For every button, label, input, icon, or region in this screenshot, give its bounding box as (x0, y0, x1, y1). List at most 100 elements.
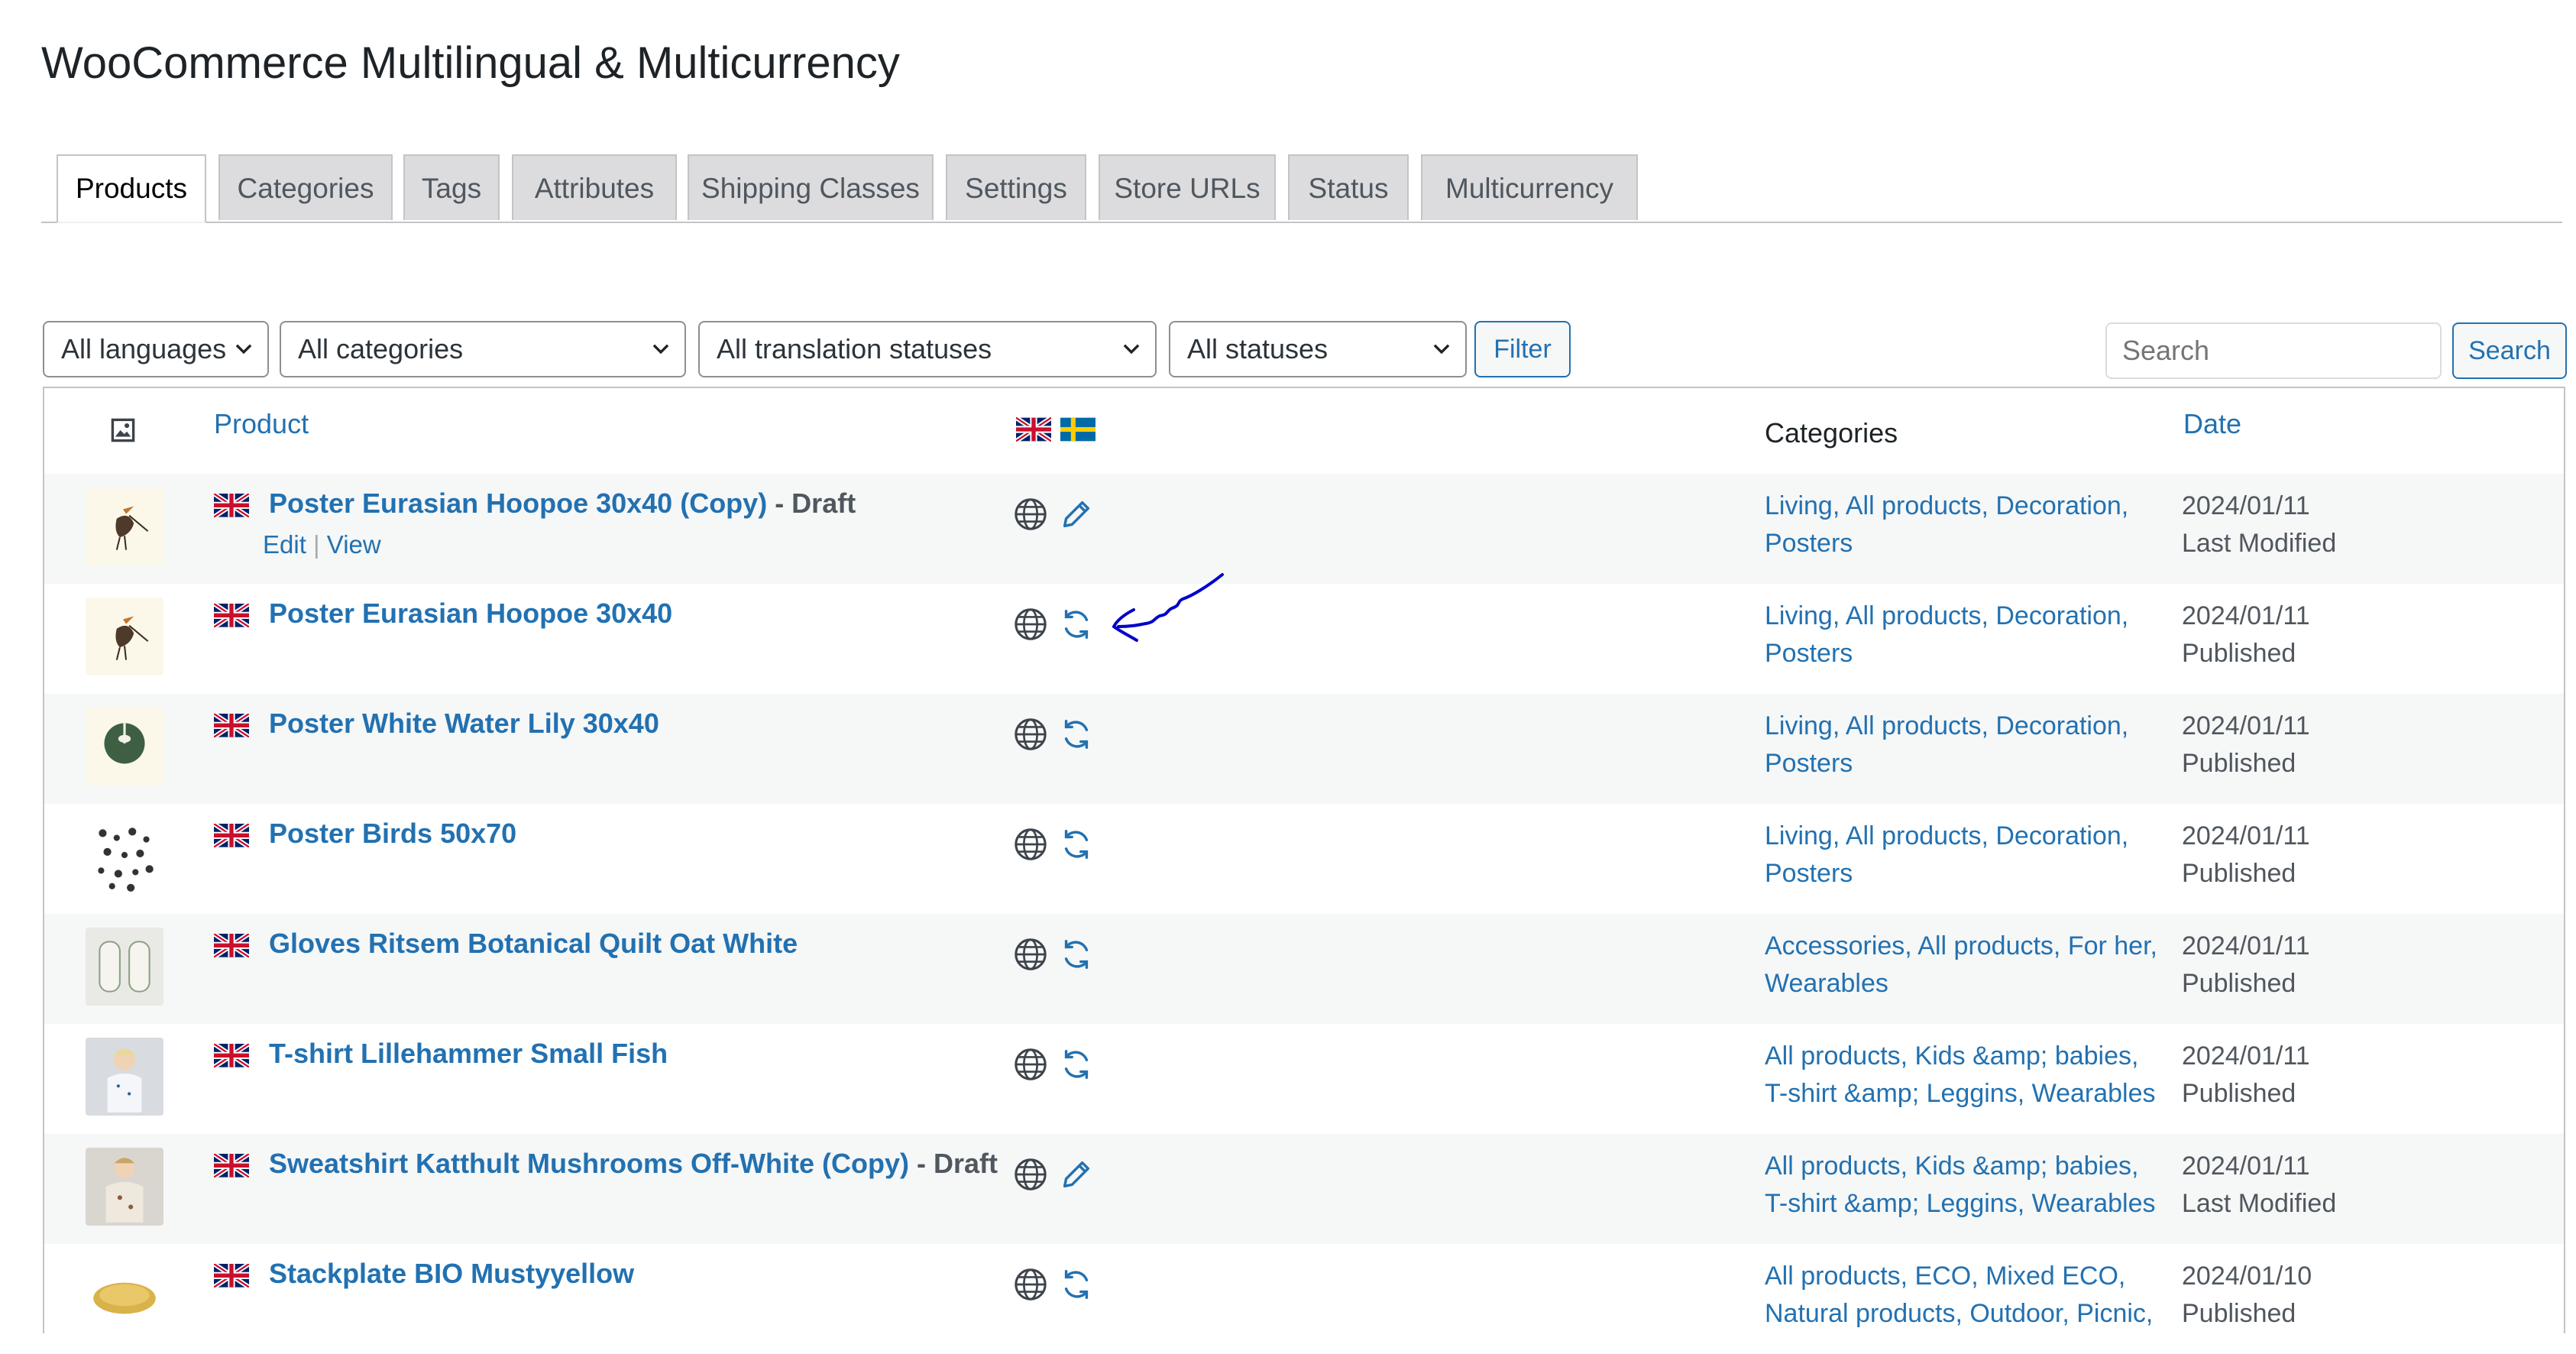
publish-state: Published (2182, 859, 2296, 888)
categories-line-2[interactable]: Wearables (1765, 965, 2162, 1003)
english-flag-icon (212, 491, 251, 520)
date-value: 2024/01/11 (2182, 821, 2310, 850)
tab-tags[interactable]: Tags (403, 154, 500, 220)
image-icon (111, 418, 135, 442)
tab-store-urls[interactable]: Store URLs (1099, 154, 1276, 220)
tab-categories[interactable]: Categories (218, 154, 393, 220)
product-date: 2024/01/10 Published (2182, 1258, 2312, 1333)
product-date: 2024/01/11 Last Modified (2182, 1148, 2336, 1223)
product-categories: All products, ECO, Mixed ECO, Natural pro… (1765, 1258, 2162, 1333)
categories-line-2[interactable]: Posters (1765, 855, 2162, 892)
tab-status[interactable]: Status (1288, 154, 1409, 220)
globe-icon[interactable] (1013, 827, 1048, 862)
publish-state: Published (2182, 749, 2296, 778)
categories-line-1[interactable]: Living, All products, Decoration, (1765, 818, 2162, 855)
tab-attributes[interactable]: Attributes (512, 154, 677, 220)
categories-line-2[interactable]: Posters (1765, 525, 2162, 562)
date-value: 2024/01/11 (2182, 711, 2310, 740)
globe-icon[interactable] (1013, 607, 1048, 642)
globe-icon[interactable] (1013, 937, 1048, 972)
product-name: Stackplate BIO Mustyyellow (269, 1258, 634, 1290)
column-categories: Categories (1765, 417, 1898, 449)
categories-line-2[interactable]: Natural products, Outdoor, Picnic, (1765, 1295, 2162, 1333)
tab-settings[interactable]: Settings (946, 154, 1086, 220)
product-date: 2024/01/11 Last Modified (2182, 488, 2336, 562)
table-row: T-shirt Lillehammer Small Fish All produc… (44, 1024, 2564, 1134)
categories-line-1[interactable]: Living, All products, Decoration, (1765, 598, 2162, 635)
product-date: 2024/01/11 Published (2182, 818, 2310, 892)
row-action-separator: | (313, 530, 320, 559)
refresh-icon[interactable] (1059, 1267, 1094, 1302)
globe-icon[interactable] (1013, 1047, 1048, 1082)
product-thumbnail[interactable] (86, 708, 163, 786)
categories-line-1[interactable]: Living, All products, Decoration, (1765, 708, 2162, 745)
product-link[interactable]: Gloves Ritsem Botanical Quilt Oat White (269, 928, 798, 959)
product-thumbnail[interactable] (86, 818, 163, 896)
product-link[interactable]: T-shirt Lillehammer Small Fish (269, 1038, 668, 1069)
category-select[interactable]: All categories (280, 321, 686, 377)
globe-icon[interactable] (1013, 717, 1048, 752)
status-select[interactable]: All statuses (1169, 321, 1467, 377)
search-input[interactable] (2105, 322, 2442, 379)
search-button[interactable]: Search (2452, 322, 2567, 379)
globe-icon[interactable] (1013, 1267, 1048, 1302)
product-thumbnail[interactable] (86, 1038, 163, 1116)
categories-line-1[interactable]: Living, All products, Decoration, (1765, 488, 2162, 525)
english-flag-icon (212, 711, 251, 740)
nav-tabs: Products Categories Tags Attributes Ship… (41, 154, 2562, 223)
swedish-flag-icon (1060, 417, 1095, 442)
product-link[interactable]: Poster White Water Lily 30x40 (269, 708, 659, 739)
categories-line-1[interactable]: All products, ECO, Mixed ECO, (1765, 1258, 2162, 1295)
product-link[interactable]: Poster Eurasian Hoopoe 30x40 (269, 598, 672, 629)
product-thumbnail[interactable] (86, 488, 163, 565)
chevron-down-icon (1433, 344, 1450, 355)
product-link[interactable]: Stackplate BIO Mustyyellow (269, 1258, 634, 1289)
product-link[interactable]: Sweatshirt Katthult Mushrooms Off-White … (269, 1148, 909, 1179)
pencil-icon[interactable] (1059, 497, 1094, 532)
english-flag-icon (212, 821, 251, 850)
categories-line-2[interactable]: T-shirt &amp; Leggins, Wearables (1765, 1075, 2162, 1113)
refresh-icon[interactable] (1059, 827, 1094, 862)
table-row: Gloves Ritsem Botanical Quilt Oat White A… (44, 914, 2564, 1024)
column-date[interactable]: Date (2183, 408, 2241, 440)
product-thumbnail[interactable] (86, 928, 163, 1006)
product-link[interactable]: Poster Eurasian Hoopoe 30x40 (Copy) (269, 488, 767, 519)
product-categories: Living, All products, Decoration, Posters (1765, 598, 2162, 672)
tab-products[interactable]: Products (57, 154, 206, 223)
row-actions: Edit | View (263, 530, 381, 559)
filter-button[interactable]: Filter (1474, 321, 1571, 377)
product-categories: Living, All products, Decoration, Posters (1765, 488, 2162, 562)
product-name: Poster Birds 50x70 (269, 818, 516, 850)
categories-line-2[interactable]: Posters (1765, 745, 2162, 782)
publish-state: Last Modified (2182, 529, 2337, 558)
view-link[interactable]: View (327, 530, 381, 559)
pencil-icon[interactable] (1059, 1157, 1094, 1192)
tab-shipping-classes[interactable]: Shipping Classes (688, 154, 934, 220)
categories-line-2[interactable]: Posters (1765, 635, 2162, 672)
refresh-icon[interactable] (1059, 1047, 1094, 1082)
table-row: Sweatshirt Katthult Mushrooms Off-White … (44, 1134, 2564, 1244)
translation-status-select[interactable]: All translation statuses (698, 321, 1157, 377)
product-thumbnail[interactable] (86, 1258, 163, 1336)
product-date: 2024/01/11 Published (2182, 1038, 2310, 1113)
table-row: Poster Eurasian Hoopoe 30x40 (Copy) - Dr… (44, 474, 2564, 584)
refresh-icon[interactable] (1059, 717, 1094, 752)
product-thumbnail[interactable] (86, 598, 163, 675)
categories-line-1[interactable]: All products, Kids &amp; babies, (1765, 1148, 2162, 1185)
categories-line-2[interactable]: T-shirt &amp; Leggins, Wearables (1765, 1185, 2162, 1223)
column-product[interactable]: Product (214, 408, 309, 440)
product-link[interactable]: Poster Birds 50x70 (269, 818, 516, 849)
categories-line-1[interactable]: Accessories, All products, For her, (1765, 928, 2162, 965)
product-thumbnail[interactable] (86, 1148, 163, 1226)
publish-state: Published (2182, 1299, 2296, 1328)
chevron-down-icon (652, 344, 669, 355)
language-select[interactable]: All languages (43, 321, 269, 377)
refresh-icon[interactable] (1059, 607, 1094, 642)
refresh-icon[interactable] (1059, 937, 1094, 972)
categories-line-1[interactable]: All products, Kids &amp; babies, (1765, 1038, 2162, 1075)
edit-link[interactable]: Edit (263, 530, 306, 559)
globe-icon[interactable] (1013, 1157, 1048, 1192)
globe-icon[interactable] (1013, 497, 1048, 532)
tab-multicurrency[interactable]: Multicurrency (1421, 154, 1638, 220)
date-value: 2024/01/11 (2182, 601, 2310, 630)
